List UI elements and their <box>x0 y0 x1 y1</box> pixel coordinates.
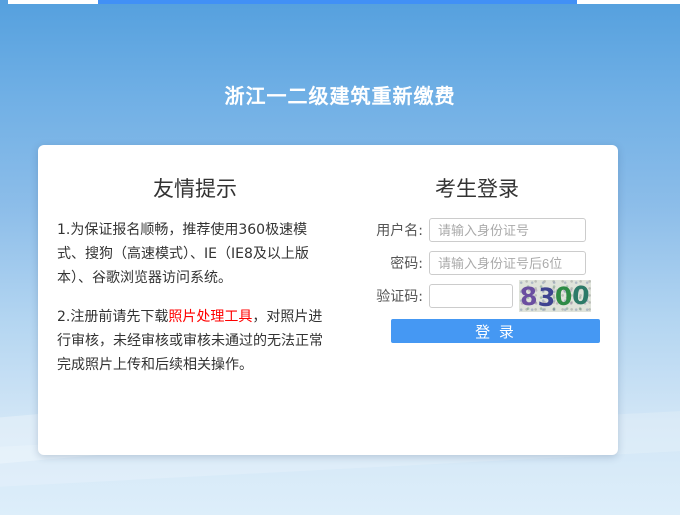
username-row: 用户名: <box>368 218 613 242</box>
tips-section: 友情提示 1.为保证报名顺畅，推荐使用360极速模式、搜狗（高速模式）、IE（I… <box>57 175 333 377</box>
tips-paragraph-1: 1.为保证报名顺畅，推荐使用360极速模式、搜狗（高速模式）、IE（IE8及以上… <box>57 218 333 290</box>
tips-paragraph-2: 2.注册前请先下载照片处理工具，对照片进行审核，未经审核或审核未通过的无法正常完… <box>57 305 333 377</box>
page-title: 浙江一二级建筑重新缴费 <box>0 82 680 110</box>
captcha-label: 验证码: <box>368 286 423 306</box>
captcha-input[interactable] <box>429 284 513 308</box>
password-label: 密码: <box>368 253 423 273</box>
photo-tool-link[interactable]: 照片处理工具 <box>168 309 252 325</box>
captcha-image[interactable]: 8300 <box>519 280 591 312</box>
login-title: 考生登录 <box>368 175 586 203</box>
top-strip <box>0 0 680 4</box>
page-background: 浙江一二级建筑重新缴费 友情提示 1.为保证报名顺畅，推荐使用360极速模式、搜… <box>0 0 680 515</box>
login-card: 友情提示 1.为保证报名顺畅，推荐使用360极速模式、搜狗（高速模式）、IE（I… <box>38 145 618 455</box>
tips-paragraph-2-prefix: 2.注册前请先下载 <box>57 309 168 325</box>
tips-title: 友情提示 <box>57 175 333 203</box>
username-input[interactable] <box>429 218 586 242</box>
password-row: 密码: <box>368 251 613 275</box>
username-label: 用户名: <box>368 220 423 240</box>
login-section: 考生登录 用户名: 密码: 验证码: 8300 登 录 <box>368 175 613 343</box>
captcha-row: 验证码: 8300 <box>368 284 613 308</box>
password-input[interactable] <box>429 251 586 275</box>
login-button[interactable]: 登 录 <box>391 319 600 343</box>
